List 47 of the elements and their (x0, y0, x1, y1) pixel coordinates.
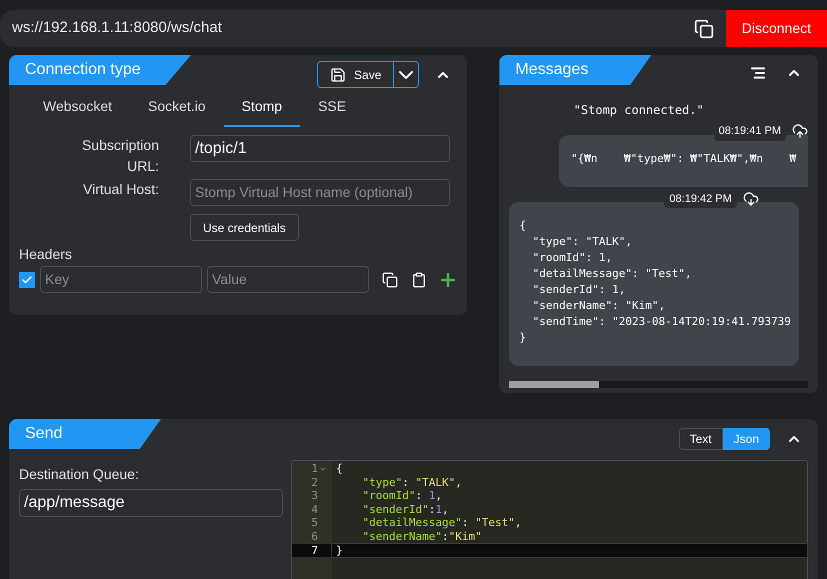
line-number: 4 (311, 502, 318, 516)
check-icon (21, 274, 33, 286)
tab[interactable]: Socket.io (130, 94, 224, 127)
line-number: 3 (311, 489, 318, 503)
line-number: 1 (311, 462, 318, 476)
panel-title: Send (9, 419, 161, 449)
use-credentials-button[interactable]: Use credentials (190, 214, 299, 241)
input-field[interactable]: /topic/1 (190, 135, 450, 162)
save-button[interactable]: Save (318, 62, 394, 87)
code-line: "type": "TALK", (361, 476, 463, 490)
code-line: "senderId":1, (361, 502, 450, 516)
disconnect-button[interactable]: Disconnect (726, 10, 827, 47)
tab[interactable]: SSE (300, 94, 364, 127)
checkbox[interactable] (19, 272, 35, 288)
copy-icon[interactable] (694, 18, 714, 38)
key-field[interactable]: Key (40, 266, 202, 293)
horizontal-scrollbar[interactable] (509, 381, 808, 388)
lines-icon[interactable] (750, 65, 766, 81)
tab[interactable]: Websocket (25, 94, 130, 127)
code-line: { (335, 462, 344, 476)
value-field[interactable]: Value (207, 266, 369, 293)
input-field[interactable]: Stomp Virtual Host name (optional) (190, 179, 450, 206)
field-label: Subscription URL: (80, 136, 159, 176)
code-line: "roomId": 1, (361, 489, 443, 503)
download-cloud-icon (742, 190, 759, 207)
message-bubble: "{₩n ₩"type₩": ₩"TALK₩",₩n ₩ (559, 134, 808, 186)
clipboard-icon[interactable] (411, 272, 427, 288)
upload-cloud-icon (792, 123, 808, 140)
line-number: 5 (311, 516, 318, 530)
code-line: "senderName":"Kim" (361, 530, 483, 544)
panel-title: Connection type (9, 55, 191, 85)
headers-label: Headers (19, 245, 73, 264)
input-field[interactable]: /app/message (19, 489, 283, 517)
message-bubble: { "type": "TALK", "roomId": 1, "detailMessage": "Test", "senderId": 1, "senderName": "Kim", "sendTime": "2023-08-14T20:19:41.793739 } (509, 202, 799, 366)
system-message: "Stomp connected." (572, 102, 705, 119)
field-label: Virtual Host: (82, 180, 159, 199)
line-number: 2 (311, 476, 318, 490)
copy-icon[interactable] (382, 272, 398, 288)
line-number: 6 (311, 530, 318, 544)
panel-title: Messages (499, 55, 652, 85)
line-number: 7 (311, 544, 318, 558)
code-line: "detailMessage": "Test", (361, 516, 522, 530)
url-field[interactable]: ws://192.168.1.11:8080/ws/chat (0, 17, 694, 40)
tab[interactable]: Stomp (224, 94, 300, 127)
format-toggle[interactable]: Text (678, 428, 723, 450)
field-label: Destination Queue: (19, 465, 140, 484)
code-editor[interactable]: 1 2 3 4 5 6 7 { "type": "TALK", "roomId": 1, "senderId":1, "detailMessage": "Test", "senderName":"Kim" } (291, 460, 808, 579)
